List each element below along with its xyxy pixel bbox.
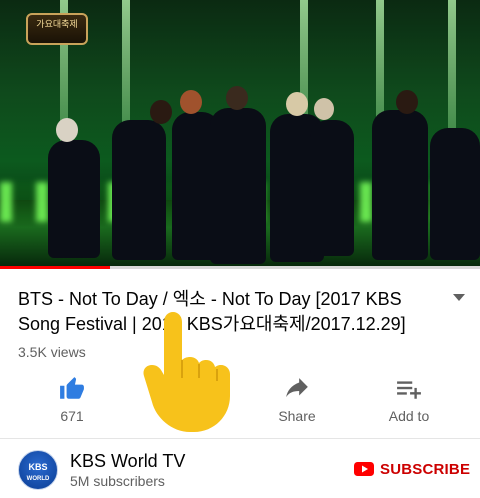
dancer-head bbox=[180, 90, 202, 114]
add-to-playlist-icon bbox=[397, 381, 421, 399]
pointing-hand-icon bbox=[143, 312, 230, 432]
subscribe-label: SUBSCRIBE bbox=[380, 460, 471, 478]
dancer-figure bbox=[372, 110, 428, 260]
avatar-text-top: KBS bbox=[28, 462, 48, 472]
subscribe-button[interactable]: SUBSCRIBE bbox=[354, 458, 470, 480]
dancer-figure bbox=[310, 120, 354, 256]
show-logo-text: 가요대축제 bbox=[36, 19, 78, 29]
section-divider bbox=[0, 438, 480, 439]
thumbs-up-icon bbox=[60, 377, 84, 399]
share-arrow-icon bbox=[286, 378, 308, 398]
add-to-label: Add to bbox=[388, 408, 430, 424]
dancer-head bbox=[286, 92, 308, 116]
action-row: 671 Share Add to bbox=[0, 372, 480, 432]
dancer-figure bbox=[112, 120, 166, 260]
dancer-figure bbox=[48, 140, 100, 258]
dancer-head bbox=[150, 100, 172, 124]
channel-avatar[interactable]: KBS WORLD bbox=[18, 450, 58, 490]
progress-fill bbox=[0, 266, 111, 269]
progress-bar[interactable] bbox=[0, 266, 480, 269]
like-count: 671 bbox=[60, 408, 84, 424]
dancer-figure bbox=[210, 108, 266, 264]
share-button[interactable]: Share bbox=[249, 372, 345, 424]
subscriber-count: 5M subscribers bbox=[70, 473, 165, 489]
video-player[interactable]: 가요대축제 bbox=[0, 0, 480, 268]
dancer-head bbox=[396, 90, 418, 114]
dancer-head bbox=[314, 98, 334, 120]
expand-chevron-icon[interactable] bbox=[452, 293, 466, 303]
dancer-head bbox=[56, 118, 78, 142]
dancer-head bbox=[226, 86, 248, 110]
show-logo-badge: 가요대축제 bbox=[26, 13, 88, 45]
avatar-text-bottom: WORLD bbox=[26, 476, 50, 482]
share-label: Share bbox=[278, 408, 316, 424]
like-button[interactable]: 671 bbox=[24, 372, 120, 424]
channel-name[interactable]: KBS World TV bbox=[70, 451, 185, 472]
add-to-button[interactable]: Add to bbox=[361, 372, 457, 424]
youtube-play-icon bbox=[354, 462, 374, 476]
view-count: 3.5K views bbox=[18, 344, 86, 360]
dancer-figure bbox=[430, 128, 480, 260]
